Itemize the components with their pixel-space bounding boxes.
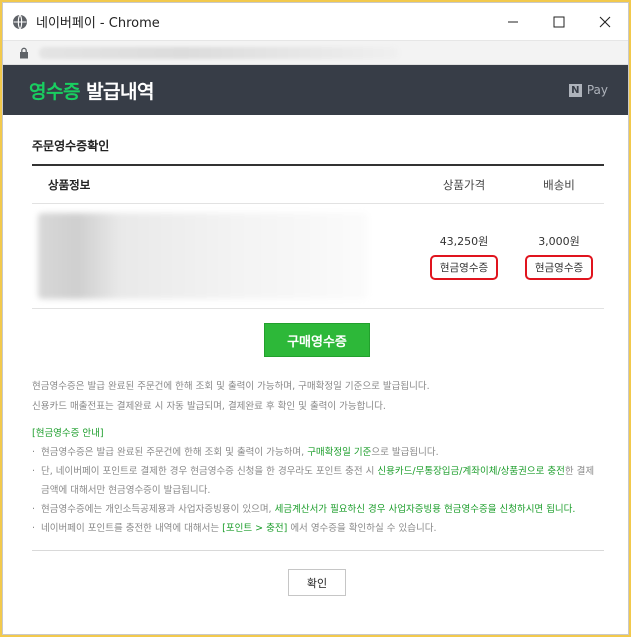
npay-text: Pay [586,83,608,97]
address-bar[interactable] [3,41,628,65]
price-amount: 43,250원 [439,234,489,248]
receipt-notes: 현금영수증은 발급 완료된 주문건에 한해 조회 및 출력이 가능하며, 구매확… [32,377,602,417]
minimize-icon [508,21,518,22]
divider [32,550,604,551]
guide-item: 현금영수증은 발급 완료된 주문건에 한해 조회 및 출력이 가능하며, 구매확… [32,443,602,462]
guide-item: 단, 네이버페이 포인트로 결제한 경우 현금영수증 신청을 한 경우라도 포인… [32,462,602,500]
browser-window: 네이버페이 - Chrome 영수증 발급내역 N Pay 주문영수증확인 상품… [2,2,629,635]
globe-icon [13,14,27,29]
header-shipping: 배송비 [543,177,575,192]
npay-logo: N Pay [568,83,608,97]
title-bar: 네이버페이 - Chrome [3,3,628,41]
shipping-cell: 3,000원 현금영수증 [514,233,604,280]
note-line: 현금영수증은 발급 완료된 주문건에 한해 조회 및 출력이 가능하며, 구매확… [32,381,430,392]
header-product: 상품정보 [48,177,91,192]
cash-receipt-guide: [현금영수증 안내] 현금영수증은 발급 완료된 주문건에 한해 조회 및 출력… [32,424,602,538]
shipping-cash-receipt-button[interactable]: 현금영수증 [524,254,594,280]
table-row: 43,250원 현금영수증 3,000원 현금영수증 [32,204,604,309]
purchase-receipt-button[interactable]: 구매영수증 [264,323,370,357]
lock-icon [20,47,28,58]
product-info [32,213,414,299]
shipping-amount: 3,000원 [538,234,580,248]
point-charge-link[interactable]: [포인트 > 충전] [222,523,287,534]
confirm-button[interactable]: 확인 [288,569,346,596]
price-cash-receipt-button[interactable]: 현금영수증 [429,254,499,280]
page-title: 영수증 발급내역 [29,77,155,104]
close-button[interactable] [582,3,628,41]
page-title-rest: 발급내역 [79,80,154,103]
minimize-button[interactable] [490,3,536,41]
page-title-accent: 영수증 [29,80,80,103]
content: 주문영수증확인 상품정보 상품가격 배송비 43,250원 현금영수증 3,00… [3,115,628,596]
maximize-button[interactable] [536,3,582,41]
price-cell: 43,250원 현금영수증 [414,233,514,280]
window-title: 네이버페이 - Chrome [36,16,160,31]
blurred-url [39,46,399,59]
guide-title: [현금영수증 안내] [32,428,104,439]
header-price: 상품가격 [442,177,486,192]
section-title: 주문영수증확인 [32,139,110,153]
npay-badge: N [568,83,582,97]
blurred-product-image [38,213,368,299]
note-line: 신용카드 매출전표는 결제완료 시 자동 발급되며, 결제완료 후 확인 및 출… [32,401,386,412]
table-header: 상품정보 상품가격 배송비 [32,166,604,204]
page-header: 영수증 발급내역 N Pay [3,65,628,115]
maximize-icon [553,16,565,27]
receipt-table: 상품정보 상품가격 배송비 43,250원 현금영수증 3,000원 현금영수증 [32,164,604,309]
guide-item: 네이버페이 포인트를 충전한 내역에 대해서는 [포인트 > 충전] 에서 영수… [32,519,602,538]
close-icon [599,16,611,27]
guide-item: 현금영수증에는 개인소득공제용과 사업자증빙용이 있으며, 세금계산서가 필요하… [32,500,602,519]
